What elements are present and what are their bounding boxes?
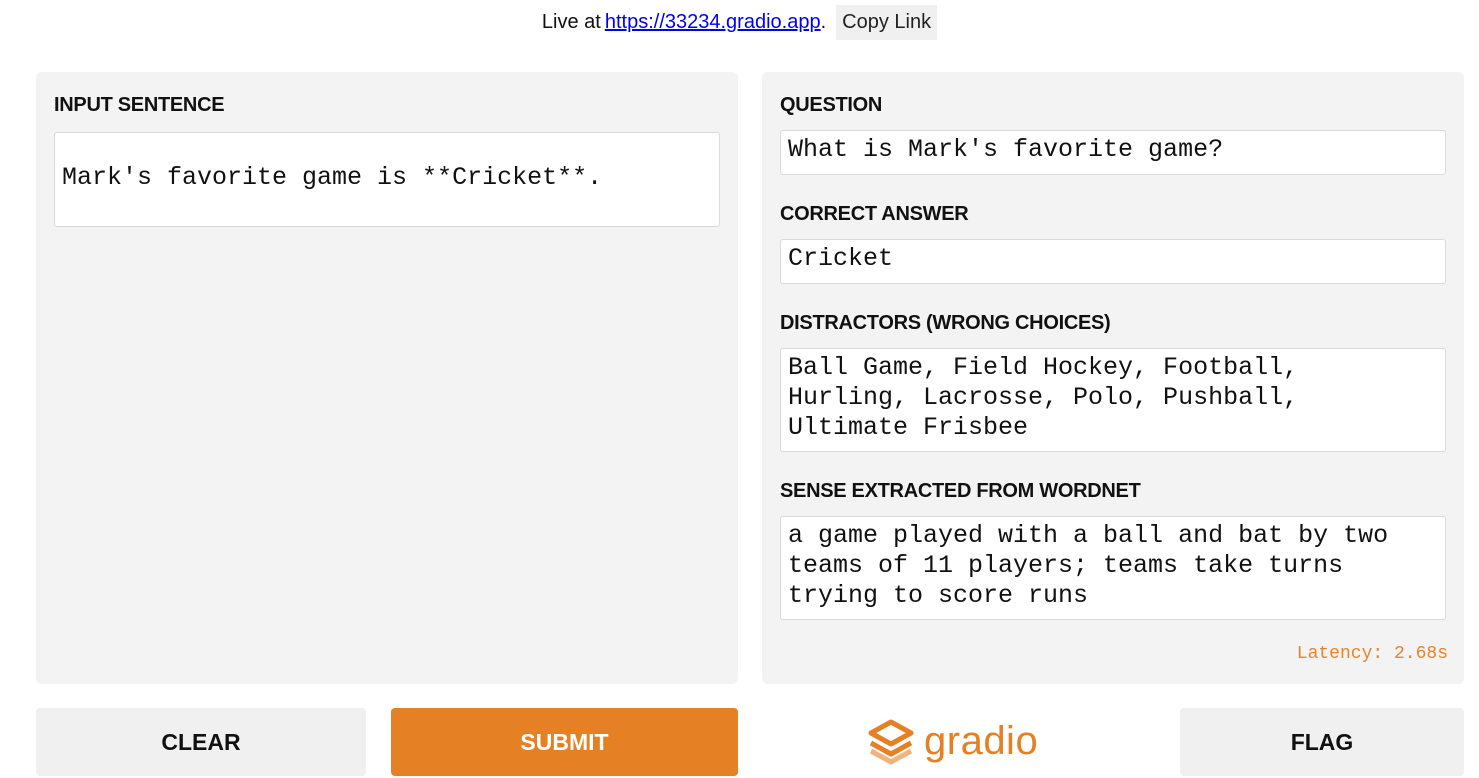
sense-label: SENSE EXTRACTED FROM WORDNET — [780, 480, 1141, 502]
correct-answer-field[interactable]: Cricket — [780, 239, 1446, 284]
gradio-wordmark: gradio — [924, 718, 1039, 763]
gradio-logo-icon — [868, 719, 914, 765]
distractors-label: DISTRACTORS (WRONG CHOICES) — [780, 312, 1111, 334]
latency-readout: Latency: 2.68s — [1296, 644, 1448, 664]
input-sentence-field[interactable]: Mark's favorite game is **Cricket**. — [54, 132, 720, 227]
live-url-link[interactable]: https://33234.gradio.app — [605, 11, 821, 34]
correct-answer-label: CORRECT ANSWER — [780, 203, 969, 225]
flag-button[interactable]: FLAG — [1180, 708, 1464, 776]
input-sentence-label: INPUT SENTENCE — [54, 94, 225, 116]
live-period: . — [820, 10, 827, 33]
sense-field[interactable]: a game played with a ball and bat by two… — [780, 516, 1446, 620]
distractors-field[interactable]: Ball Game, Field Hockey, Football, Hurli… — [780, 348, 1446, 452]
live-prefix: Live at — [541, 10, 601, 33]
question-field[interactable]: What is Mark's favorite game? — [780, 130, 1446, 175]
output-panel: QUESTION What is Mark's favorite game? C… — [762, 72, 1464, 684]
live-link-bar: Live at https://33234.gradio.app . Copy … — [0, 0, 1479, 44]
gradio-logo[interactable]: gradio — [866, 714, 1038, 768]
input-panel: INPUT SENTENCE Mark's favorite game is *… — [36, 72, 738, 684]
clear-button[interactable]: CLEAR — [36, 708, 366, 776]
question-label: QUESTION — [780, 94, 883, 116]
copy-link-button[interactable]: Copy Link — [836, 4, 938, 40]
submit-button[interactable]: SUBMIT — [391, 708, 738, 776]
